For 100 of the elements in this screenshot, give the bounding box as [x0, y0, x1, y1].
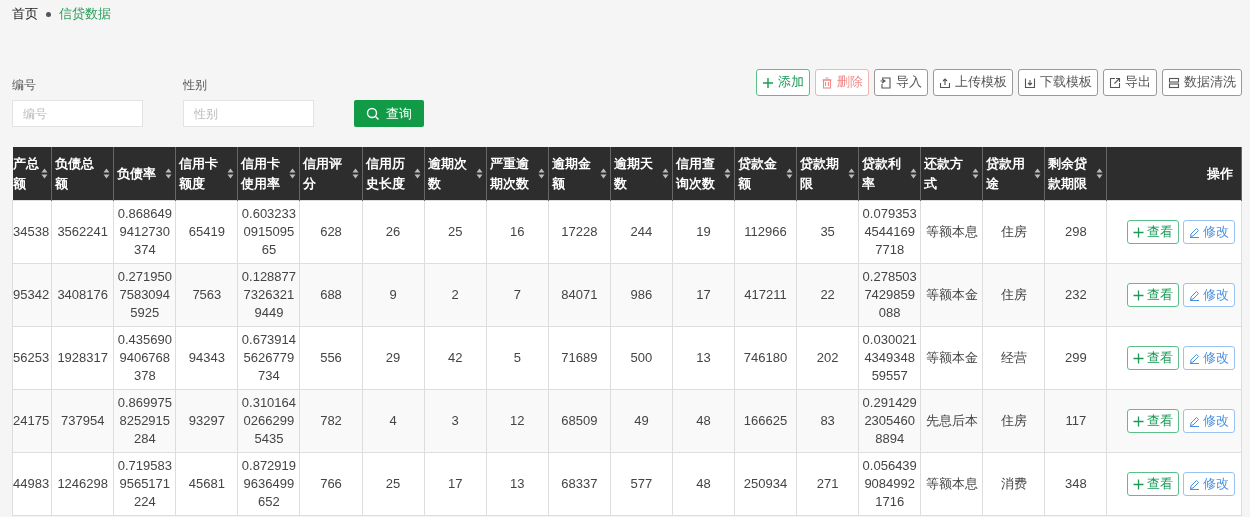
table-cell: 166625 — [734, 389, 797, 453]
table-cell: 0.12887773263219449 — [237, 263, 300, 327]
separator-dot-icon — [46, 11, 51, 17]
view-button[interactable]: 查看 — [1127, 346, 1179, 370]
breadcrumb-link[interactable]: 首页 — [12, 5, 38, 23]
table-cell: 68337 — [548, 452, 611, 516]
edit-button[interactable]: 修改 — [1183, 409, 1235, 433]
column-header[interactable]: 信用卡额度 — [175, 147, 238, 201]
sort-icon[interactable] — [289, 168, 297, 179]
table-cell: 17 — [424, 452, 487, 516]
edit-button[interactable]: 修改 — [1183, 346, 1235, 370]
plus-icon — [1133, 289, 1144, 301]
view-button[interactable]: 查看 — [1127, 409, 1179, 433]
toolbar-button[interactable]: 数据清洗 — [1162, 69, 1242, 96]
sort-icon[interactable] — [351, 168, 359, 179]
toolbar-button[interactable]: 导入 — [874, 69, 928, 96]
table-cell: 688 — [299, 263, 363, 327]
table-cell: 25 — [362, 452, 425, 516]
table-cell: 35 — [796, 200, 859, 264]
column-header[interactable]: 产总额 — [12, 147, 52, 201]
table-cell: 93297 — [175, 389, 238, 453]
column-header[interactable]: 负债率 — [113, 147, 176, 201]
pencil-icon — [1189, 415, 1200, 427]
sort-icon[interactable] — [227, 168, 235, 179]
view-button[interactable]: 查看 — [1127, 283, 1179, 307]
input-field[interactable]: 编号 — [12, 100, 143, 127]
sort-icon[interactable] — [599, 168, 607, 179]
pencil-icon — [1189, 289, 1200, 301]
toolbar-button[interactable]: 添加 — [756, 69, 810, 96]
edit-button[interactable]: 修改 — [1183, 220, 1235, 244]
table-cell: 1928317 — [51, 326, 114, 390]
table-cell: 556 — [299, 326, 363, 390]
table-cell: 29 — [362, 326, 425, 390]
table-cell: 577 — [610, 452, 673, 516]
sort-icon[interactable] — [848, 168, 856, 179]
sort-icon[interactable] — [1096, 168, 1104, 179]
sort-icon[interactable] — [661, 168, 669, 179]
sort-icon[interactable] — [41, 168, 49, 179]
edit-button[interactable]: 修改 — [1183, 283, 1235, 307]
sort-icon[interactable] — [1034, 168, 1042, 179]
sort-icon[interactable] — [910, 168, 918, 179]
toolbar-button[interactable]: 下载模板 — [1018, 69, 1098, 96]
sort-icon[interactable] — [475, 168, 483, 179]
table-cell: 94343 — [175, 326, 238, 390]
toolbar-button[interactable]: 导出 — [1103, 69, 1157, 96]
table-cell: 65419 — [175, 200, 238, 264]
column-header[interactable]: 逾期次数 — [424, 147, 487, 201]
column-header[interactable]: 贷款用途 — [982, 147, 1045, 201]
table-cell: 348 — [1044, 452, 1107, 516]
column-header[interactable]: 剩余贷款期限 — [1044, 147, 1107, 201]
search-button[interactable]: 查询 — [354, 100, 424, 127]
plus-icon — [1133, 415, 1144, 427]
column-header[interactable]: 贷款利率 — [858, 147, 921, 201]
column-header[interactable]: 逾期天数 — [610, 147, 673, 201]
column-header[interactable]: 信用卡使用率 — [237, 147, 300, 201]
column-header[interactable]: 贷款金额 — [734, 147, 797, 201]
column-header[interactable]: 负债总额 — [51, 147, 114, 201]
sort-icon[interactable] — [165, 168, 173, 179]
view-button[interactable]: 查看 — [1127, 472, 1179, 496]
column-header[interactable]: 严重逾期次数 — [486, 147, 549, 201]
table-cell: 48 — [672, 452, 735, 516]
table-cell: 先息后本 — [920, 389, 983, 453]
table-cell: 等额本金 — [920, 263, 983, 327]
field-label: 编号 — [12, 77, 37, 94]
table-cell: 经营 — [982, 326, 1045, 390]
view-button[interactable]: 查看 — [1127, 220, 1179, 244]
table-cell: 0.8699758252915284 — [113, 389, 176, 453]
table-cell: 13 — [672, 326, 735, 390]
table-cell: 45681 — [175, 452, 238, 516]
sort-icon[interactable] — [724, 168, 731, 179]
sort-icon[interactable] — [103, 168, 111, 179]
toolbar-button[interactable]: 上传模板 — [933, 69, 1013, 96]
table-cell: 500 — [610, 326, 673, 390]
table-cell: 0.7195839565171224 — [113, 452, 176, 516]
table-cell: 0.29142923054608894 — [858, 389, 921, 453]
table-cell: 等额本息 — [920, 452, 983, 516]
edit-button[interactable]: 修改 — [1183, 472, 1235, 496]
sort-icon[interactable] — [537, 168, 545, 179]
input-field[interactable]: 性别 — [183, 100, 314, 127]
table-cell: 766 — [299, 452, 363, 516]
sort-icon[interactable] — [786, 168, 794, 179]
table-cell: 250934 — [734, 452, 797, 516]
column-header[interactable]: 还款方式 — [920, 147, 983, 201]
table-cell: 12 — [486, 389, 549, 453]
sort-icon[interactable] — [413, 168, 421, 179]
column-header[interactable]: 信用历史长度 — [362, 147, 425, 201]
column-header[interactable]: 信用评分 — [299, 147, 363, 201]
table-cell: 5 — [486, 326, 549, 390]
sort-icon[interactable] — [972, 168, 980, 179]
column-header[interactable]: 操作 — [1107, 147, 1242, 201]
table-cell: 83 — [796, 389, 859, 453]
column-header[interactable]: 贷款期限 — [796, 147, 859, 201]
table-cell: 0.27195075830945925 — [113, 263, 176, 327]
pencil-icon — [1189, 226, 1200, 238]
column-header[interactable]: 逾期金额 — [548, 147, 611, 201]
plus-icon — [1133, 226, 1144, 238]
column-header[interactable]: 信用查询次数 — [672, 147, 735, 201]
table-cell: 49 — [610, 389, 673, 453]
table-cell: 25 — [424, 200, 487, 264]
table-cell: 1246298 — [51, 452, 114, 516]
